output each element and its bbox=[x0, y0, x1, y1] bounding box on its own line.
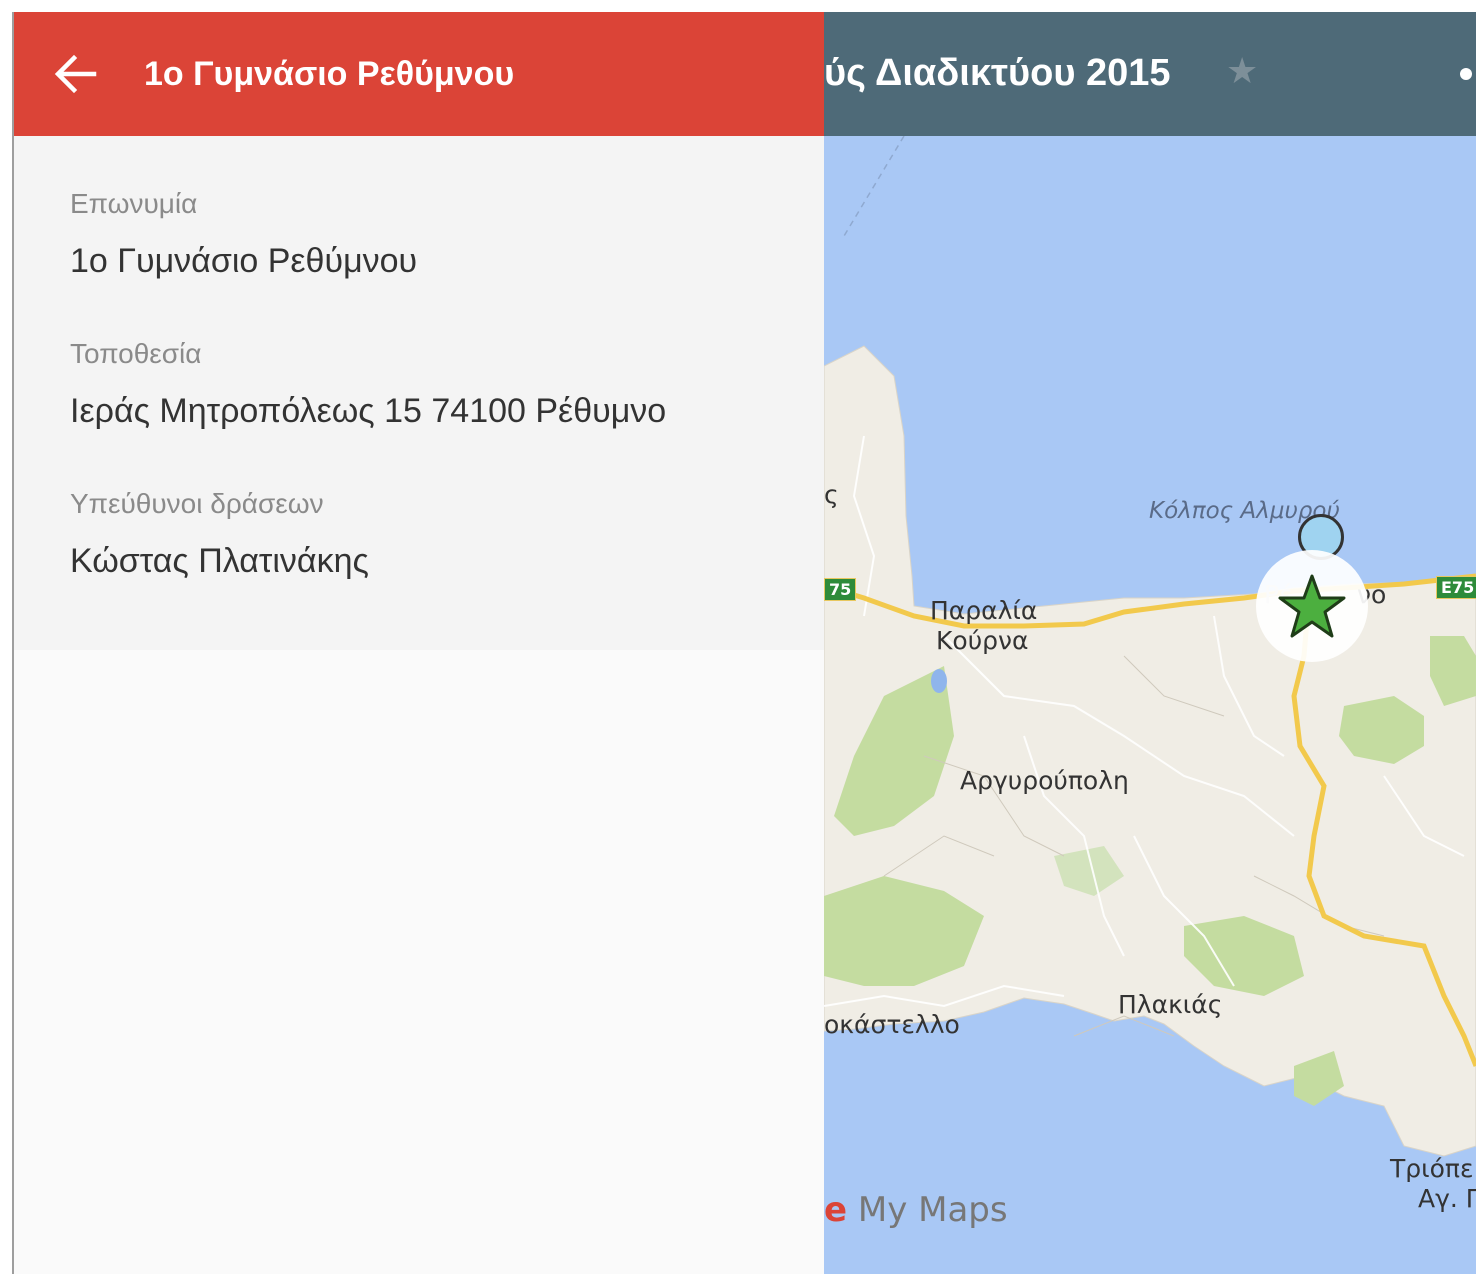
map-graphic bbox=[824, 136, 1476, 1274]
feature-detail-panel: 1ο Γυμνάσιο Ρεθύμνου Επωνυμία 1ο Γυμνάσι… bbox=[14, 12, 824, 1274]
map-label-frangokastello: οκάστελλο bbox=[824, 1010, 960, 1039]
map-label-plakias: Πλακιάς bbox=[1118, 990, 1223, 1019]
map-header-bar: ύς Διαδικτύου 2015 ★ bbox=[824, 12, 1476, 136]
map-label-edge-s: ς bbox=[824, 480, 839, 509]
map-label-argyroupoli: Αργυρούπολη bbox=[960, 766, 1129, 795]
field-value-name: 1ο Γυμνάσιο Ρεθύμνου bbox=[70, 242, 418, 280]
app-window: 75 E75 ς Κόλπος Αλμυρού Παραλία Κούρνα Ρ… bbox=[14, 12, 1476, 1274]
branding-text: My Maps bbox=[847, 1190, 1008, 1230]
field-label-responsible: Υπεύθυνοι δράσεων bbox=[70, 488, 324, 519]
more-options-icon[interactable] bbox=[1460, 68, 1472, 80]
window-top-edge bbox=[0, 0, 1476, 12]
field-label-name: Επωνυμία bbox=[70, 188, 198, 219]
star-outline-icon[interactable]: ★ bbox=[1226, 50, 1258, 92]
map-label-agios: Αγ. Γ bbox=[1418, 1184, 1476, 1213]
map-label-kourna: Κούρνα bbox=[936, 626, 1029, 655]
field-label-location: Τοποθεσία bbox=[70, 338, 202, 369]
arrow-back-icon bbox=[54, 54, 97, 94]
details-section: Επωνυμία 1ο Γυμνάσιο Ρεθύμνου Τοποθεσία … bbox=[14, 136, 824, 650]
field-value-location: Ιεράς Μητροπόλεως 15 74100 Ρέθυμνο bbox=[70, 392, 667, 430]
star-icon bbox=[1278, 574, 1346, 638]
map-canvas[interactable]: 75 E75 ς Κόλπος Αλμυρού Παραλία Κούρνα Ρ… bbox=[824, 136, 1476, 1274]
branding-accent: e bbox=[824, 1190, 848, 1230]
selected-marker-halo[interactable] bbox=[1256, 550, 1368, 662]
my-maps-branding: e My Maps bbox=[824, 1190, 1008, 1230]
road-badge-right: E75 bbox=[1436, 576, 1476, 599]
field-value-responsible: Κώστας Πλατινάκης bbox=[70, 542, 369, 580]
back-button[interactable] bbox=[50, 48, 102, 100]
panel-title: 1ο Γυμνάσιο Ρεθύμνου bbox=[144, 55, 515, 93]
map-title[interactable]: ύς Διαδικτύου 2015 bbox=[824, 52, 1171, 95]
map-label-triopetra: Τριόπε bbox=[1390, 1154, 1474, 1183]
map-label-paralia: Παραλία bbox=[930, 596, 1038, 625]
road-badge-left: 75 bbox=[824, 578, 857, 601]
panel-header: 1ο Γυμνάσιο Ρεθύμνου bbox=[14, 12, 824, 136]
